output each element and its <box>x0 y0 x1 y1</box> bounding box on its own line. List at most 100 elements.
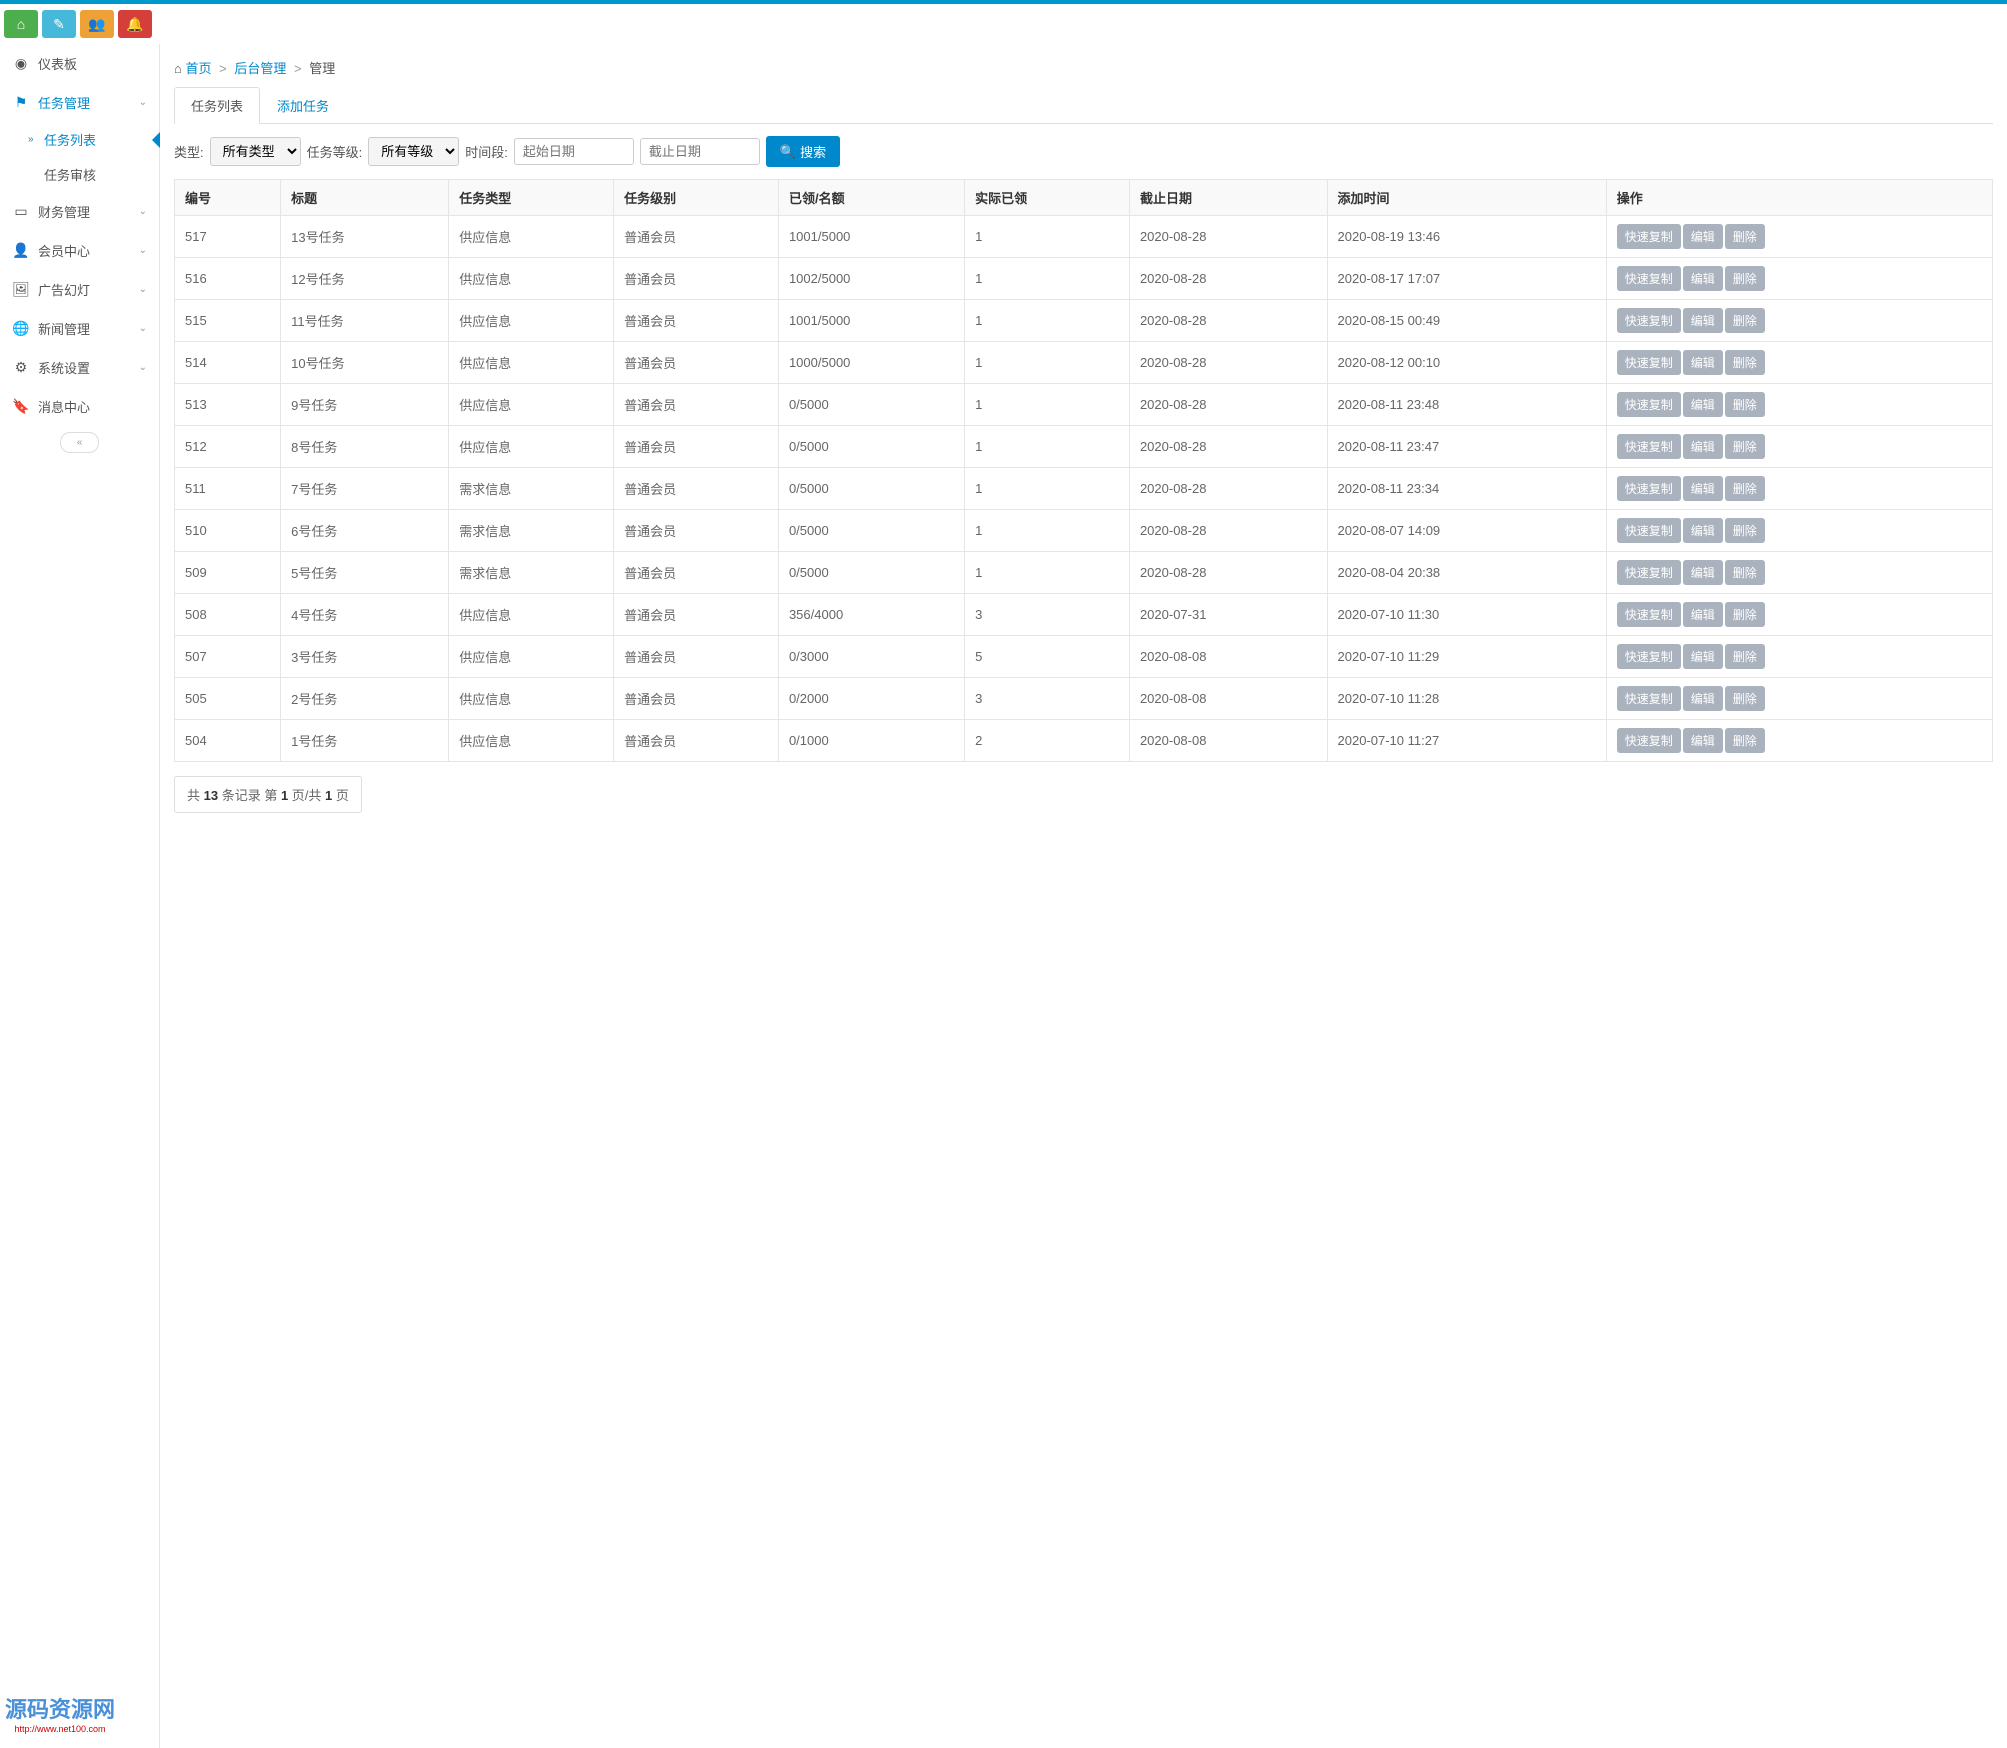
breadcrumb-home[interactable]: 首页 <box>185 61 211 76</box>
copy-button[interactable]: 快速复制 <box>1617 518 1681 543</box>
sidebar-item-dashboard[interactable]: ◉ 仪表板 <box>0 44 159 83</box>
table-cell: 507 <box>175 636 281 678</box>
edit-button[interactable]: 编辑 <box>1683 476 1723 501</box>
edit-button[interactable]: 编辑 <box>1683 644 1723 669</box>
toolbar-group-button[interactable]: 👥 <box>80 10 114 38</box>
sidebar-label: 系统设置 <box>38 358 139 377</box>
chevron-down-icon: ⌄ <box>139 284 147 295</box>
delete-button[interactable]: 删除 <box>1725 476 1765 501</box>
group-icon: 👥 <box>88 16 105 33</box>
search-button[interactable]: 🔍 搜索 <box>766 136 840 167</box>
filter-start-date[interactable] <box>514 138 634 165</box>
delete-button[interactable]: 删除 <box>1725 644 1765 669</box>
tab-add-task[interactable]: 添加任务 <box>260 87 346 124</box>
table-cell: 2020-08-15 00:49 <box>1327 300 1606 342</box>
copy-button[interactable]: 快速复制 <box>1617 434 1681 459</box>
table-cell: 1 <box>965 510 1130 552</box>
table-cell: 2020-08-11 23:47 <box>1327 426 1606 468</box>
delete-button[interactable]: 删除 <box>1725 560 1765 585</box>
table-header: 截止日期 <box>1129 180 1327 216</box>
edit-button[interactable]: 编辑 <box>1683 392 1723 417</box>
filter-bar: 类型: 所有类型 任务等级: 所有等级 时间段: 🔍 搜索 <box>174 124 1993 179</box>
table-row: 5128号任务供应信息普通会员0/500012020-08-282020-08-… <box>175 426 1993 468</box>
copy-button[interactable]: 快速复制 <box>1617 602 1681 627</box>
table-actions-cell: 快速复制编辑删除 <box>1606 720 1992 762</box>
table-actions-cell: 快速复制编辑删除 <box>1606 426 1992 468</box>
bookmark-icon: 🔖 <box>12 398 30 415</box>
table-header: 操作 <box>1606 180 1992 216</box>
copy-button[interactable]: 快速复制 <box>1617 476 1681 501</box>
sidebar-item-finance[interactable]: ▭ 财务管理 ⌄ <box>0 192 159 231</box>
table-row: 51713号任务供应信息普通会员1001/500012020-08-282020… <box>175 216 1993 258</box>
copy-button[interactable]: 快速复制 <box>1617 308 1681 333</box>
edit-button[interactable]: 编辑 <box>1683 518 1723 543</box>
delete-button[interactable]: 删除 <box>1725 434 1765 459</box>
edit-button[interactable]: 编辑 <box>1683 602 1723 627</box>
copy-button[interactable]: 快速复制 <box>1617 224 1681 249</box>
copy-button[interactable]: 快速复制 <box>1617 644 1681 669</box>
sidebar-sub-task-review[interactable]: 任务审核 <box>0 157 159 192</box>
table-cell: 2号任务 <box>281 678 449 720</box>
table-cell: 6号任务 <box>281 510 449 552</box>
table-cell: 356/4000 <box>778 594 964 636</box>
table-cell: 供应信息 <box>449 594 614 636</box>
sidebar-collapse-button[interactable]: « <box>60 432 99 453</box>
edit-button[interactable]: 编辑 <box>1683 434 1723 459</box>
sidebar-item-news[interactable]: 🌐 新闻管理 ⌄ <box>0 309 159 348</box>
table-row: 51410号任务供应信息普通会员1000/500012020-08-282020… <box>175 342 1993 384</box>
delete-button[interactable]: 删除 <box>1725 392 1765 417</box>
copy-button[interactable]: 快速复制 <box>1617 560 1681 585</box>
chevron-down-icon: ⌄ <box>139 97 147 108</box>
table-cell: 8号任务 <box>281 426 449 468</box>
edit-button[interactable]: 编辑 <box>1683 308 1723 333</box>
delete-button[interactable]: 删除 <box>1725 602 1765 627</box>
table-cell: 5号任务 <box>281 552 449 594</box>
filter-end-date[interactable] <box>640 138 760 165</box>
tab-task-list[interactable]: 任务列表 <box>174 87 260 124</box>
copy-button[interactable]: 快速复制 <box>1617 266 1681 291</box>
delete-button[interactable]: 删除 <box>1725 350 1765 375</box>
chevron-left-icon: « <box>77 437 83 448</box>
edit-button[interactable]: 编辑 <box>1683 728 1723 753</box>
delete-button[interactable]: 删除 <box>1725 224 1765 249</box>
toolbar-bell-button[interactable]: 🔔 <box>118 10 152 38</box>
sidebar-item-ads[interactable]: 🖼 广告幻灯 ⌄ <box>0 270 159 309</box>
sidebar-label: 新闻管理 <box>38 319 139 338</box>
delete-button[interactable]: 删除 <box>1725 266 1765 291</box>
copy-button[interactable]: 快速复制 <box>1617 686 1681 711</box>
filter-type-select[interactable]: 所有类型 <box>210 137 301 166</box>
watermark-url: http://www.net100.com <box>5 1724 115 1734</box>
table-cell: 1 <box>965 384 1130 426</box>
breadcrumb-admin[interactable]: 后台管理 <box>234 61 286 76</box>
delete-button[interactable]: 删除 <box>1725 728 1765 753</box>
toolbar-home-button[interactable]: ⌂ <box>4 10 38 38</box>
copy-button[interactable]: 快速复制 <box>1617 392 1681 417</box>
table-cell: 9号任务 <box>281 384 449 426</box>
edit-button[interactable]: 编辑 <box>1683 224 1723 249</box>
copy-button[interactable]: 快速复制 <box>1617 728 1681 753</box>
table-row: 5084号任务供应信息普通会员356/400032020-07-312020-0… <box>175 594 1993 636</box>
credit-icon: ▭ <box>12 203 30 220</box>
delete-button[interactable]: 删除 <box>1725 308 1765 333</box>
chevron-down-icon: ⌄ <box>139 362 147 373</box>
sidebar-item-messages[interactable]: 🔖 消息中心 <box>0 387 159 426</box>
delete-button[interactable]: 删除 <box>1725 686 1765 711</box>
table-header: 实际已领 <box>965 180 1130 216</box>
edit-button[interactable]: 编辑 <box>1683 560 1723 585</box>
sidebar-item-settings[interactable]: ⚙ 系统设置 ⌄ <box>0 348 159 387</box>
sidebar-item-members[interactable]: 👤 会员中心 ⌄ <box>0 231 159 270</box>
sidebar-sub-task-list[interactable]: » 任务列表 <box>0 122 159 157</box>
delete-button[interactable]: 删除 <box>1725 518 1765 543</box>
table-cell: 需求信息 <box>449 468 614 510</box>
edit-button[interactable]: 编辑 <box>1683 266 1723 291</box>
edit-button[interactable]: 编辑 <box>1683 350 1723 375</box>
table-cell: 2020-08-07 14:09 <box>1327 510 1606 552</box>
table-cell: 2020-08-11 23:48 <box>1327 384 1606 426</box>
table-cell: 供应信息 <box>449 636 614 678</box>
toolbar-edit-button[interactable]: ✎ <box>42 10 76 38</box>
table-actions-cell: 快速复制编辑删除 <box>1606 678 1992 720</box>
sidebar-item-tasks[interactable]: ⚑ 任务管理 ⌄ <box>0 83 159 122</box>
filter-level-select[interactable]: 所有等级 <box>368 137 459 166</box>
edit-button[interactable]: 编辑 <box>1683 686 1723 711</box>
copy-button[interactable]: 快速复制 <box>1617 350 1681 375</box>
